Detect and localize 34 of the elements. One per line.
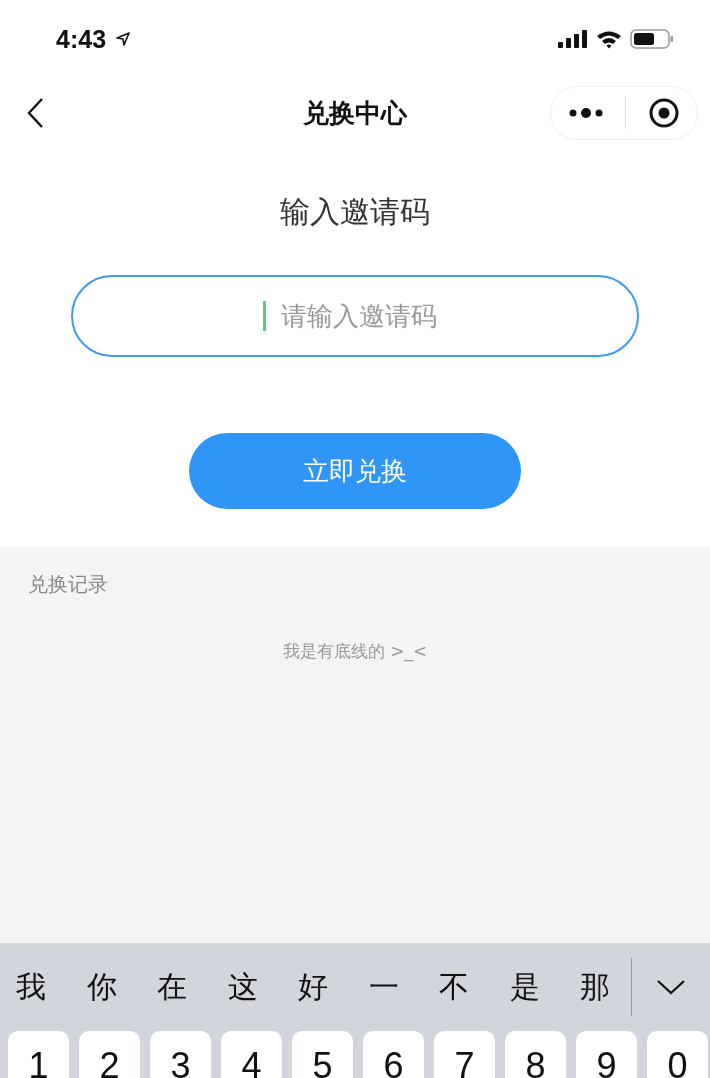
close-icon[interactable]: [648, 97, 681, 129]
keyboard-key[interactable]: 8: [505, 1031, 566, 1078]
location-arrow-icon: [116, 32, 131, 46]
candidate-word[interactable]: 不: [439, 966, 510, 1008]
back-icon[interactable]: [26, 97, 44, 129]
candidate-word[interactable]: 这: [227, 966, 298, 1008]
signal-icon: [558, 30, 588, 48]
more-icon[interactable]: [567, 107, 604, 119]
candidate-word[interactable]: 那: [580, 966, 651, 1008]
keyboard-key[interactable]: 0: [647, 1031, 708, 1078]
keyboard-key[interactable]: 4: [221, 1031, 282, 1078]
candidate-word[interactable]: 我: [16, 966, 87, 1008]
candidate-word[interactable]: 好: [298, 966, 369, 1008]
candidate-word[interactable]: 在: [157, 966, 228, 1008]
invite-code-field[interactable]: 请输入邀请码: [71, 275, 639, 357]
keyboard-key[interactable]: 6: [363, 1031, 424, 1078]
text-cursor: [263, 301, 266, 331]
battery-icon: [630, 29, 674, 49]
keyboard-key[interactable]: 7: [434, 1031, 495, 1078]
keyboard-key[interactable]: 9: [576, 1031, 637, 1078]
end-note: 我是有底线的 >_<: [281, 640, 429, 663]
chevron-down-icon[interactable]: [655, 978, 686, 996]
keyboard-key[interactable]: 2: [79, 1031, 140, 1078]
status-time: 4:43: [56, 24, 107, 54]
keyboard-key[interactable]: 1: [8, 1031, 69, 1078]
candidate-word[interactable]: 一: [368, 966, 439, 1008]
wifi-icon: [596, 29, 622, 49]
keyboard-key[interactable]: 5: [292, 1031, 353, 1078]
keyboard-key[interactable]: 3: [150, 1031, 211, 1078]
history-title: 兑换记录: [28, 571, 109, 598]
candidate-word[interactable]: 是: [509, 966, 580, 1008]
candidate-word[interactable]: 你: [86, 966, 157, 1008]
section-heading: 输入邀请码: [279, 193, 431, 231]
page-title: 兑换中心: [302, 96, 409, 130]
